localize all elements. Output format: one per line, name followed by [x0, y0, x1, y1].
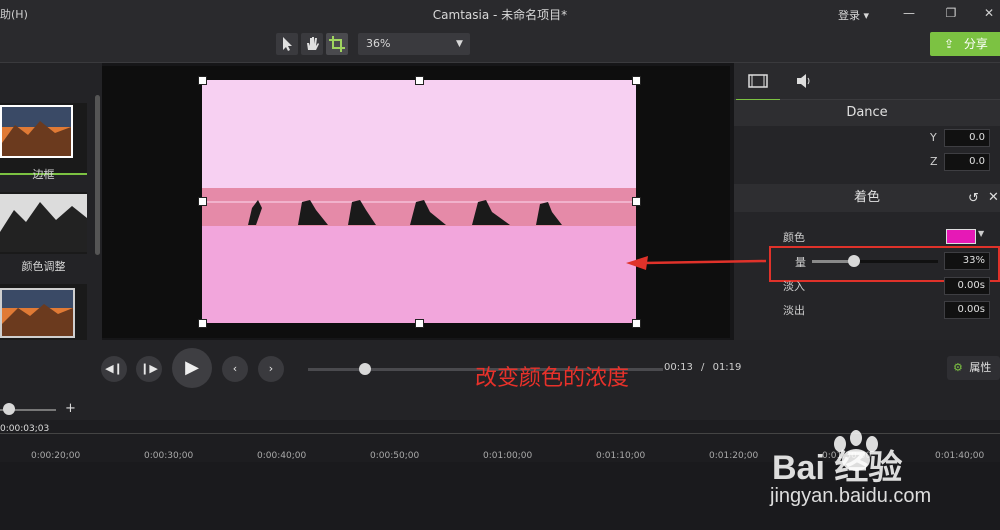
tab-visual[interactable]: [736, 63, 780, 101]
current-time: 00:13: [664, 362, 693, 373]
watermark-brand: Bai 经验: [772, 449, 903, 487]
timeline-zoom-knob[interactable]: [3, 403, 15, 415]
border-effect-thumbnail: [0, 105, 73, 158]
reset-icon[interactable]: ↺: [968, 191, 979, 206]
fade-out-label: 淡出: [783, 304, 805, 317]
pointer-icon: [283, 37, 292, 51]
library-label-color-adjust: 颜色调整: [21, 260, 66, 273]
fade-out-field[interactable]: 0.00s: [944, 301, 990, 319]
step-forward-button[interactable]: ❙▶: [136, 356, 162, 382]
fade-in-label: 淡入: [783, 280, 805, 293]
remove-effect-icon[interactable]: ✕: [988, 190, 999, 205]
clip-name-header: Dance: [734, 100, 1000, 126]
library-item-color-adjust[interactable]: [0, 192, 87, 254]
fade-in-field[interactable]: 0.00s: [944, 277, 990, 295]
ruler-tick-label: 0:01:10;00: [596, 451, 646, 461]
zoom-value: 36%: [366, 37, 391, 50]
ruler-tick-label: 0:00:50;00: [370, 451, 420, 461]
resize-handle[interactable]: [198, 319, 207, 328]
ruler-tick-label: 0:00:30;00: [144, 451, 194, 461]
color-picker[interactable]: [946, 229, 976, 244]
ruler-tick-label: 0:01:00;00: [483, 451, 533, 461]
library-item-3[interactable]: [0, 284, 87, 340]
ruler-tick-label: 0:00:40;00: [257, 451, 307, 461]
ruler-tick-label: 0:00:20;00: [31, 451, 81, 461]
speaker-icon: [797, 74, 810, 88]
effect-thumbnail: [0, 288, 75, 338]
timeline-zoom-bar: [0, 398, 1000, 421]
toolbar: [0, 28, 1000, 63]
step-back-button[interactable]: ◀❙: [101, 356, 127, 382]
ruler-tick-label: 0:01:20;00: [709, 451, 759, 461]
library-scrollbar[interactable]: [95, 95, 100, 255]
resize-handle[interactable]: [415, 76, 424, 85]
zoom-select[interactable]: 36% ▼: [358, 33, 470, 55]
chevron-down-icon[interactable]: ▼: [978, 229, 984, 238]
annotation-arrow: [626, 256, 766, 270]
dance-frame: [202, 80, 636, 323]
y-field[interactable]: 0.0: [944, 129, 990, 147]
resize-handle[interactable]: [632, 76, 641, 85]
annotation-text: 改变颜色的浓度: [475, 366, 630, 391]
scrub-knob[interactable]: [358, 363, 371, 375]
play-button[interactable]: ▶: [172, 348, 212, 388]
share-button[interactable]: ⇪ 分享: [930, 32, 1000, 56]
tab-audio[interactable]: [794, 72, 816, 90]
crop-icon: [329, 36, 345, 52]
resize-handle[interactable]: [198, 76, 207, 85]
minimize-button[interactable]: —: [898, 4, 920, 22]
login-menu[interactable]: 登录 ▾: [838, 7, 869, 23]
previous-marker-button[interactable]: ‹: [222, 356, 248, 382]
time-separator: /: [701, 362, 705, 373]
properties-button[interactable]: ⚙ 属性: [947, 356, 1000, 380]
share-label: 分享: [963, 37, 988, 51]
properties-button-label: 属性: [969, 361, 992, 374]
pointer-tool[interactable]: [276, 33, 298, 55]
crop-tool[interactable]: [326, 33, 348, 55]
tint-section-header: 着色: [734, 184, 1000, 212]
share-icon: ⇪: [944, 37, 955, 51]
library-label-border: 边框: [32, 168, 55, 181]
gear-icon: ⚙: [953, 361, 963, 374]
color-label: 颜色: [783, 231, 805, 244]
z-label: Z: [930, 155, 938, 168]
time-readout: 00:13 / 01:19: [664, 362, 741, 373]
total-time: 01:19: [712, 362, 742, 373]
hand-icon: [307, 37, 319, 50]
chevron-down-icon: ▼: [456, 39, 463, 49]
resize-handle[interactable]: [415, 319, 424, 328]
library-item-border[interactable]: [0, 103, 87, 175]
play-icon: ▶: [185, 357, 199, 378]
watermark-url: jingyan.baidu.com: [770, 485, 932, 507]
film-icon: [748, 74, 768, 88]
color-adjust-thumbnail: [0, 194, 87, 252]
restore-button[interactable]: ❐: [940, 4, 962, 22]
z-field[interactable]: 0.0: [944, 153, 990, 171]
resize-handle[interactable]: [632, 319, 641, 328]
hand-tool[interactable]: [301, 33, 323, 55]
zoom-in-icon[interactable]: +: [65, 401, 76, 416]
video-preview[interactable]: [202, 80, 636, 323]
resize-handle[interactable]: [632, 197, 641, 206]
close-button[interactable]: ✕: [978, 4, 1000, 22]
y-label: Y: [930, 131, 937, 144]
resize-handle[interactable]: [198, 197, 207, 206]
next-marker-button[interactable]: ›: [258, 356, 284, 382]
